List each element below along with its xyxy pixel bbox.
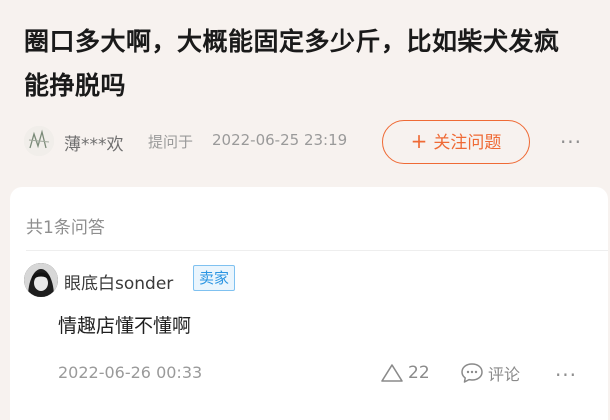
answer-time: 2022-06-26 00:33 — [58, 363, 203, 382]
plus-icon: + — [410, 129, 428, 153]
divider — [26, 250, 608, 251]
seller-badge: 卖家 — [193, 265, 236, 291]
more-options-icon[interactable]: ··· — [555, 130, 587, 154]
answers-card: 共1条问答 眼底白sonder 卖家 情趣店懂不懂啊 2022-06-26 00… — [10, 187, 608, 420]
like-count: 22 — [408, 363, 430, 383]
avatar[interactable] — [24, 263, 58, 297]
asker-name[interactable]: 薄***欢 — [64, 130, 124, 155]
asker-row: 薄***欢 提问于 2022-06-25 23:19 + 关注问题 ··· — [20, 118, 595, 166]
like-button[interactable]: 22 — [380, 359, 430, 387]
answerer-name[interactable]: 眼底白sonder — [64, 269, 173, 294]
question-header: 圈口多大啊，大概能固定多少斤，比如柴犬发疯能挣脱吗 薄***欢 提问于 2022… — [0, 0, 610, 182]
comment-label: 评论 — [488, 365, 521, 384]
comment-button[interactable]: 评论 — [460, 359, 520, 387]
follow-question-button[interactable]: + 关注问题 — [382, 120, 530, 164]
question-title: 圈口多大啊，大概能固定多少斤，比如柴犬发疯能挣脱吗 — [24, 27, 560, 100]
more-options-icon[interactable]: ··· — [550, 363, 582, 387]
asked-time: 2022-06-25 23:19 — [212, 131, 348, 149]
follow-question-label: 关注问题 — [433, 133, 502, 153]
triangle-up-icon — [381, 364, 403, 382]
answer-count: 共1条问答 — [26, 218, 105, 238]
avatar[interactable] — [24, 126, 54, 156]
answer-text: 情趣店懂不懂啊 — [58, 315, 192, 337]
asked-prefix: 提问于 — [148, 133, 194, 151]
comment-bubble-icon — [461, 363, 483, 383]
